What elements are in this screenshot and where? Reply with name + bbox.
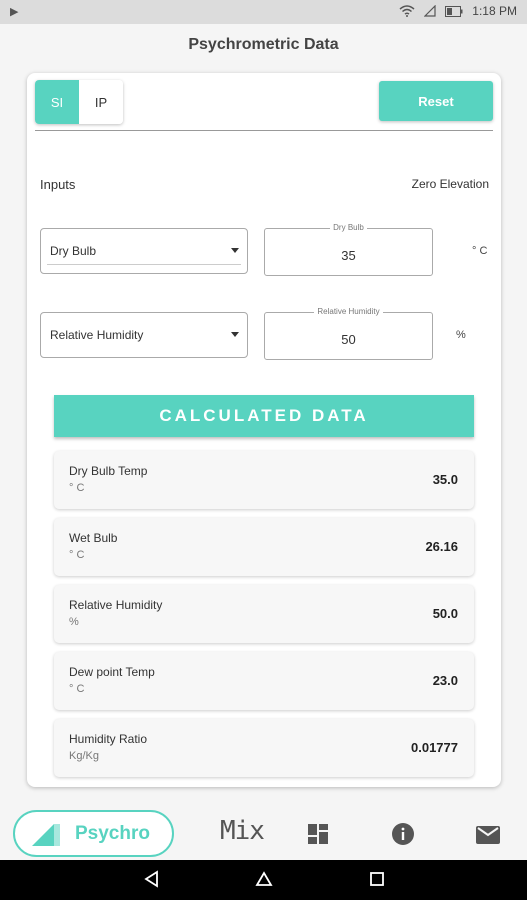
signal-icon: [424, 5, 436, 17]
back-icon[interactable]: [143, 870, 159, 888]
main-card: SI IP Reset Inputs Zero Elevation Dry Bu…: [27, 73, 501, 787]
bottom-nav: Psychro Mix: [0, 800, 527, 860]
psychro-chart-icon: [32, 824, 60, 846]
status-bar: ▶ 1:18 PM: [0, 0, 527, 24]
result-card-relative-humidity: Relative Humidity % 50.0: [54, 585, 474, 643]
result-card-wet-bulb: Wet Bulb ° C 26.16: [54, 518, 474, 576]
nav-psychro-button[interactable]: Psychro: [13, 810, 174, 857]
divider: [35, 130, 493, 131]
mail-icon[interactable]: [476, 826, 500, 844]
reset-button[interactable]: Reset: [379, 81, 493, 121]
home-icon[interactable]: [255, 870, 273, 888]
result-name: Humidity Ratio: [69, 732, 148, 746]
result-name: Relative Humidity: [69, 598, 163, 612]
result-name: Dry Bulb Temp: [69, 464, 148, 478]
nav-mix-button[interactable]: Mix: [220, 816, 265, 846]
result-value: 35.0: [432, 472, 458, 487]
input1-unit: ° C: [472, 245, 488, 257]
mix-icon: Mix: [220, 816, 265, 846]
input2-select-value: Relative Humidity: [50, 328, 144, 342]
recents-icon[interactable]: [369, 871, 385, 887]
result-card-humidity-ratio: Humidity Ratio Kg/Kg 0.01777: [54, 719, 474, 777]
input2-type-select[interactable]: Relative Humidity: [40, 312, 248, 358]
result-card-dew-point: Dew point Temp ° C 23.0: [54, 652, 474, 710]
info-icon[interactable]: [392, 823, 414, 845]
status-icons: 1:18 PM: [399, 4, 517, 18]
dry-bulb-value: 35: [341, 248, 356, 263]
nav-psychro-label: Psychro: [75, 823, 150, 844]
result-value: 23.0: [432, 673, 458, 688]
inputs-label: Inputs: [40, 177, 76, 192]
calculated-data-header: CALCULATED DATA: [54, 395, 474, 437]
input1-type-select[interactable]: Dry Bulb: [40, 228, 248, 274]
dropdown-arrow-icon: [231, 332, 239, 337]
page-title: Psychrometric Data: [188, 36, 339, 53]
result-unit: %: [69, 616, 79, 628]
result-value: 0.01777: [411, 740, 458, 755]
unit-si-button[interactable]: SI: [35, 80, 79, 124]
battery-icon: [445, 5, 463, 17]
relative-humidity-value: 50: [341, 332, 356, 347]
dashboard-icon[interactable]: [308, 824, 328, 844]
result-name: Wet Bulb: [69, 531, 118, 545]
dropdown-arrow-icon: [231, 248, 239, 253]
result-unit: ° C: [69, 482, 85, 494]
elevation-label: Zero Elevation: [411, 177, 489, 191]
result-name: Dew point Temp: [69, 665, 155, 679]
clock: 1:18 PM: [472, 4, 517, 18]
relative-humidity-field[interactable]: Relative Humidity 50: [264, 307, 433, 360]
input2-unit: %: [456, 329, 466, 341]
media-play-icon: ▶: [10, 6, 19, 18]
dry-bulb-field[interactable]: Dry Bulb 35: [264, 223, 433, 276]
input1-select-value: Dry Bulb: [50, 244, 97, 258]
system-nav-bar: [0, 860, 527, 900]
result-value: 26.16: [425, 539, 458, 554]
result-unit: ° C: [69, 549, 85, 561]
result-unit: ° C: [69, 683, 85, 695]
unit-ip-button[interactable]: IP: [79, 80, 123, 124]
unit-toggle: SI IP: [35, 80, 123, 124]
result-value: 50.0: [432, 606, 458, 621]
result-card-dry-bulb: Dry Bulb Temp ° C 35.0: [54, 451, 474, 509]
result-unit: Kg/Kg: [69, 750, 99, 762]
wifi-icon: [399, 5, 415, 17]
